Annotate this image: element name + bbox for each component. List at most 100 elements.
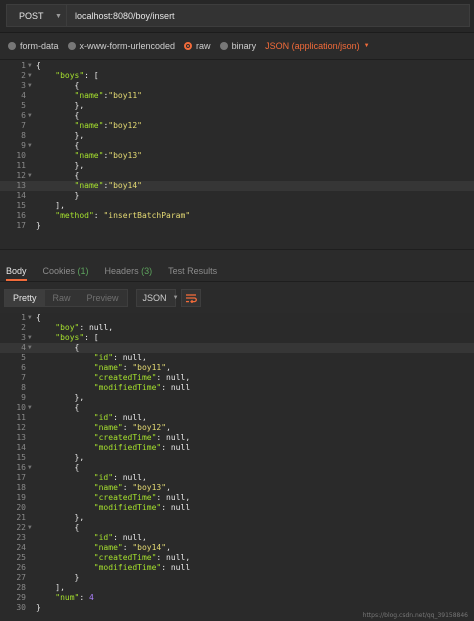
code-text: "createdTime": null, [93, 373, 191, 382]
line-number: 26 [16, 563, 26, 572]
line-number: 4 [21, 343, 26, 352]
body-type-label: binary [231, 41, 257, 51]
code-line: 9 }, [0, 393, 474, 403]
code-line: 29 "num": 4 [0, 593, 474, 603]
code-text: { [36, 111, 80, 120]
chevron-down-icon: ▼ [363, 43, 370, 49]
code-line: 24 "name": "boy14", [0, 543, 474, 553]
code-text: "name":"boy12" [74, 121, 142, 130]
fold-toggle-icon[interactable]: ▼ [28, 71, 32, 81]
code-line: 10 "name":"boy13" [0, 151, 474, 161]
body-type-binary[interactable]: binary [219, 41, 257, 51]
request-body-editor[interactable]: 1 ▼{2 ▼ "boys": [3 ▼ {4 "name":"boy11" 5 }, 6… [0, 59, 474, 250]
code-text: { [36, 463, 80, 472]
code-text: "boys": [ [55, 333, 99, 342]
tab-body[interactable]: Body [6, 266, 27, 281]
code-text: "id": null, [93, 533, 147, 542]
code-text: "boy": null, [55, 323, 114, 332]
line-number: 17 [16, 221, 26, 230]
code-line: 1 ▼ { [0, 61, 474, 71]
code-line: 8 }, [0, 131, 474, 141]
radio-selected-icon [184, 42, 193, 50]
line-number: 12 [16, 171, 26, 180]
code-line: 7 "createdTime": null, [0, 373, 474, 383]
code-text: "num": 4 [55, 593, 94, 602]
line-number: 29 [16, 593, 26, 602]
line-number: 4 [21, 91, 26, 100]
chevron-down-icon: ▼ [172, 295, 179, 301]
code-text: "name": "boy13", [93, 483, 171, 492]
request-bar: POST ▼ localhost:8080/boy/insert [0, 0, 474, 33]
fold-toggle-icon[interactable]: ▼ [28, 61, 32, 71]
line-number: 8 [21, 383, 26, 392]
code-line: 26 "modifiedTime": null [0, 563, 474, 573]
code-text: { [36, 141, 80, 150]
tab-count: (1) [77, 266, 89, 276]
line-number: 17 [16, 473, 26, 482]
view-mode-pretty[interactable]: Pretty [5, 290, 45, 306]
response-tabs: Body Cookies (1) Headers (3) Test Result… [0, 260, 474, 282]
code-line: 28 ], [0, 583, 474, 593]
line-number: 11 [16, 161, 26, 170]
body-type-label: form-data [20, 41, 59, 51]
line-number: 30 [16, 603, 26, 612]
method-select[interactable]: POST ▼ [6, 4, 66, 27]
line-number: 6 [21, 363, 26, 372]
radio-icon [67, 42, 76, 50]
code-text: }, [36, 131, 85, 140]
response-body-viewer[interactable]: 1 ▼{2 "boy": null, 3 ▼ "boys": [4 ▼ {5 "id":… [0, 313, 474, 621]
line-number: 9 [21, 393, 26, 402]
body-type-label: x-www-form-urlencoded [79, 41, 176, 51]
line-number: 21 [16, 513, 26, 522]
tab-test-results[interactable]: Test Results [168, 266, 217, 281]
method-label: POST [19, 10, 44, 21]
url-input[interactable]: localhost:8080/boy/insert [66, 4, 470, 27]
code-line: 1 ▼ { [0, 313, 474, 323]
code-text: "method": "insertBatchParam" [55, 211, 191, 220]
code-text: "createdTime": null, [93, 553, 191, 562]
code-text: }, [36, 513, 85, 522]
fold-toggle-icon[interactable]: ▼ [28, 141, 32, 151]
fold-toggle-icon[interactable]: ▼ [28, 81, 32, 91]
code-text: } [36, 573, 80, 582]
view-mode-raw[interactable]: Raw [45, 290, 79, 306]
format-dropdown[interactable]: JSON ▼ [135, 289, 179, 307]
content-type-dropdown[interactable]: JSON (application/json) ▼ [265, 41, 370, 51]
fold-toggle-icon[interactable]: ▼ [28, 523, 32, 533]
view-mode-preview[interactable]: Preview [79, 290, 127, 306]
code-text: } [36, 603, 41, 612]
code-line: 25 "createdTime": null, [0, 553, 474, 563]
code-text: ], [36, 583, 65, 592]
code-line: 2 ▼ "boys": [ [0, 71, 474, 81]
tab-headers[interactable]: Headers (3) [105, 266, 153, 281]
fold-toggle-icon[interactable]: ▼ [28, 403, 32, 413]
code-line: 17 "id": null, [0, 473, 474, 483]
body-type-urlencoded[interactable]: x-www-form-urlencoded [67, 41, 176, 51]
fold-toggle-icon[interactable]: ▼ [28, 463, 32, 473]
code-line: 2 "boy": null, [0, 323, 474, 333]
body-type-form-data[interactable]: form-data [8, 41, 59, 51]
fold-toggle-icon[interactable]: ▼ [28, 343, 32, 353]
fold-toggle-icon[interactable]: ▼ [28, 313, 32, 323]
line-number: 10 [16, 403, 26, 412]
line-number: 2 [21, 323, 26, 332]
code-text: { [36, 343, 80, 352]
code-text: } [36, 221, 41, 230]
code-line: 11 "id": null, [0, 413, 474, 423]
tab-cookies[interactable]: Cookies (1) [43, 266, 89, 281]
line-number: 13 [16, 181, 26, 190]
wrap-lines-icon [185, 294, 197, 303]
fold-toggle-icon[interactable]: ▼ [28, 333, 32, 343]
fold-toggle-icon[interactable]: ▼ [28, 171, 32, 181]
fold-toggle-icon[interactable]: ▼ [28, 111, 32, 121]
body-type-bar: form-data x-www-form-urlencoded raw bina… [0, 34, 474, 58]
wrap-lines-button[interactable] [180, 289, 201, 307]
code-text: { [36, 313, 41, 322]
line-number: 14 [16, 443, 26, 452]
line-number: 16 [16, 211, 26, 220]
radio-icon [219, 42, 228, 50]
line-number: 5 [21, 101, 26, 110]
code-text: "modifiedTime": null [93, 503, 191, 512]
body-type-raw[interactable]: raw [184, 41, 211, 51]
code-line: 6 "name": "boy11", [0, 363, 474, 373]
